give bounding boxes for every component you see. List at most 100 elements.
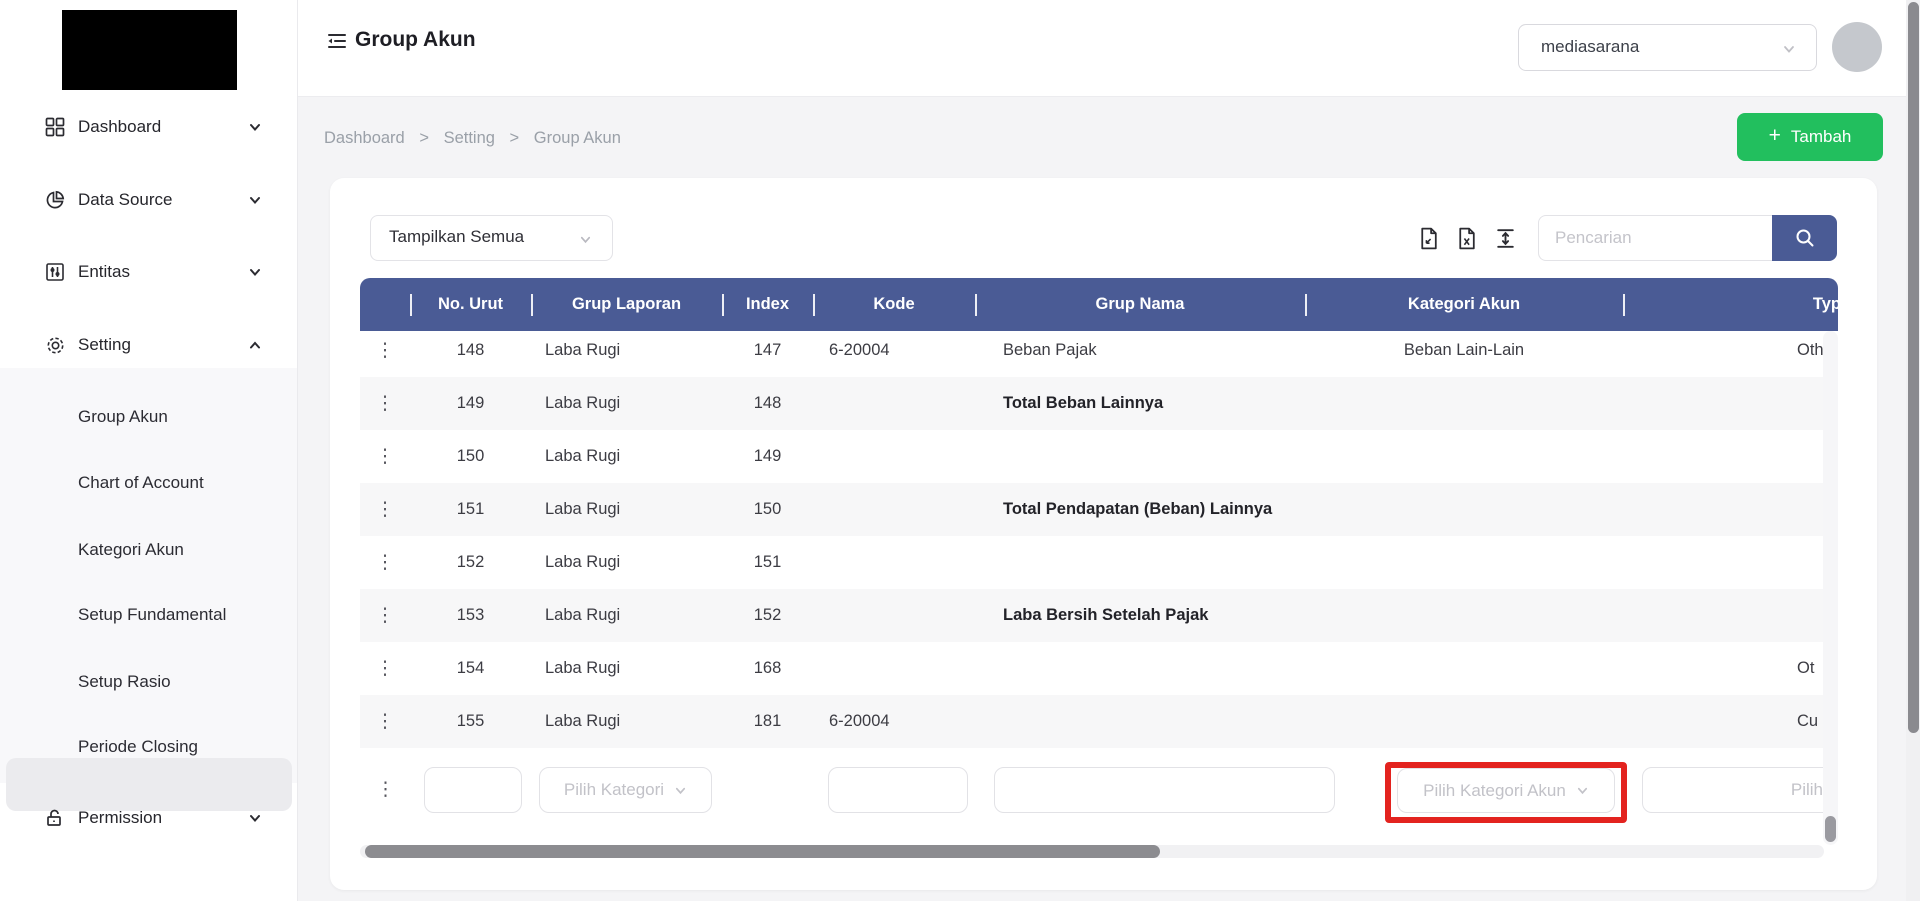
cell-grup-nama: Laba Bersih Setelah Pajak	[975, 589, 1305, 642]
filter-type-select[interactable]: Pilih	[1642, 767, 1824, 813]
avatar[interactable]	[1832, 22, 1882, 72]
filter-kategori-akun-placeholder: Pilih Kategori Akun	[1423, 781, 1566, 801]
table-row[interactable]: ⋮ 155 Laba Rugi 181 6-20004 Cu	[360, 695, 1838, 748]
table-row[interactable]: ⋮ 149 Laba Rugi 148 Total Beban Lainnya	[360, 377, 1838, 430]
column-header-no-urut[interactable]: No. Urut	[410, 278, 531, 331]
cell-kategori-akun	[1305, 642, 1623, 695]
column-header-kategori-akun[interactable]: Kategori Akun	[1305, 278, 1623, 331]
display-filter-select[interactable]: Tampilkan Semua	[370, 215, 613, 261]
sidebar-item-label: Entitas	[78, 262, 130, 282]
page-scrollbar-thumb[interactable]	[1908, 2, 1919, 733]
column-header-type[interactable]: Type	[1623, 278, 1838, 331]
column-header-grup-laporan[interactable]: Grup Laporan	[531, 278, 722, 331]
filter-row-actions-icon[interactable]: ⋮	[376, 779, 395, 800]
add-button[interactable]: + Tambah	[1737, 113, 1883, 161]
row-actions-icon[interactable]: ⋮	[376, 711, 395, 732]
cell-kode	[813, 642, 975, 695]
search-input[interactable]	[1538, 215, 1772, 261]
company-select[interactable]: mediasarana	[1518, 24, 1817, 71]
sidebar-item-label: Dashboard	[78, 117, 161, 137]
filter-grup-nama-input[interactable]	[994, 767, 1335, 813]
cell-type: Cu	[1623, 695, 1838, 748]
sidebar-item-setup-fundamental[interactable]: Setup Fundamental	[78, 604, 226, 626]
column-header-grup-nama[interactable]: Grup Nama	[975, 278, 1305, 331]
breadcrumb-separator: >	[510, 129, 520, 147]
sidebar: Dashboard Data Source Entitas Setting	[0, 0, 298, 901]
row-actions-icon[interactable]: ⋮	[376, 446, 395, 467]
excel-export-icon[interactable]	[1454, 226, 1479, 251]
cell-kode: 6-20004	[813, 331, 975, 377]
cell-kategori-akun: Beban Lain-Lain	[1305, 331, 1623, 377]
table-horizontal-scrollbar-thumb[interactable]	[365, 845, 1160, 858]
cell-grup-nama	[975, 695, 1305, 748]
filter-kode-input[interactable]	[828, 767, 968, 813]
row-actions-icon[interactable]: ⋮	[376, 658, 395, 679]
cell-kode	[813, 483, 975, 536]
cell-kode	[813, 430, 975, 483]
column-header-kode[interactable]: Kode	[813, 278, 975, 331]
grid-icon	[44, 116, 66, 138]
sidebar-item-setting[interactable]: Setting	[0, 325, 298, 365]
cell-no-urut: 149	[410, 377, 531, 430]
chevron-down-icon	[248, 120, 262, 134]
sidebar-item-group-akun[interactable]: Group Akun	[78, 406, 168, 428]
sidebar-item-chart-of-account[interactable]: Chart of Account	[78, 472, 204, 494]
chevron-up-icon	[248, 338, 262, 352]
cell-index: 147	[722, 331, 813, 377]
pdf-export-icon[interactable]	[1416, 226, 1441, 251]
sidebar-item-permission[interactable]: Permission	[0, 798, 298, 838]
sidebar-item-data-source[interactable]: Data Source	[0, 180, 298, 220]
cell-grup-nama: Total Pendapatan (Beban) Lainnya	[975, 483, 1305, 536]
filter-kategori-akun-select[interactable]: Pilih Kategori Akun	[1397, 768, 1615, 813]
table-row[interactable]: ⋮ 154 Laba Rugi 168 Ot	[360, 642, 1838, 695]
sidebar-item-kategori-akun[interactable]: Kategori Akun	[78, 539, 184, 561]
table-row[interactable]: ⋮ 148 Laba Rugi 147 6-20004 Beban Pajak …	[360, 331, 1838, 377]
cell-type	[1623, 430, 1838, 483]
page-title: Group Akun	[355, 28, 476, 52]
sidebar-item-periode-closing[interactable]: Periode Closing	[78, 736, 198, 758]
app-logo	[62, 10, 237, 90]
table-row[interactable]: ⋮ 150 Laba Rugi 149	[360, 430, 1838, 483]
row-actions-icon[interactable]: ⋮	[376, 552, 395, 573]
chevron-down-icon	[1782, 42, 1796, 56]
breadcrumb-separator: >	[419, 129, 429, 147]
table-vertical-scrollbar-track[interactable]	[1823, 331, 1838, 845]
sidebar-item-dashboard[interactable]: Dashboard	[0, 107, 298, 147]
table-row[interactable]: ⋮ 151 Laba Rugi 150 Total Pendapatan (Be…	[360, 483, 1838, 536]
sidebar-item-entitas[interactable]: Entitas	[0, 252, 298, 292]
breadcrumb-group-akun[interactable]: Group Akun	[534, 129, 621, 147]
sidebar-item-setup-rasio[interactable]: Setup Rasio	[78, 671, 171, 693]
setting-submenu	[0, 368, 297, 783]
cell-index: 181	[722, 695, 813, 748]
cell-kategori-akun	[1305, 430, 1623, 483]
breadcrumb: Dashboard > Setting > Group Akun	[324, 129, 631, 148]
row-actions-icon[interactable]: ⋮	[376, 393, 395, 414]
filter-no-urut-input[interactable]	[424, 767, 522, 813]
cell-no-urut: 154	[410, 642, 531, 695]
cell-type	[1623, 483, 1838, 536]
breadcrumb-dashboard[interactable]: Dashboard	[324, 129, 405, 147]
cell-no-urut: 148	[410, 331, 531, 377]
cell-no-urut: 150	[410, 430, 531, 483]
row-actions-icon[interactable]: ⋮	[376, 499, 395, 520]
table-vertical-scrollbar-thumb[interactable]	[1825, 816, 1836, 842]
search-button[interactable]	[1772, 215, 1837, 261]
filter-grup-laporan-select[interactable]: Pilih Kategori	[539, 767, 712, 813]
cell-grup-laporan: Laba Rugi	[531, 483, 722, 536]
cell-grup-nama	[975, 536, 1305, 589]
table-row[interactable]: ⋮ 153 Laba Rugi 152 Laba Bersih Setelah …	[360, 589, 1838, 642]
table-row[interactable]: ⋮ 152 Laba Rugi 151	[360, 536, 1838, 589]
gear-icon	[44, 334, 66, 356]
row-actions-icon[interactable]: ⋮	[376, 340, 395, 361]
cell-type	[1623, 377, 1838, 430]
column-header-index[interactable]: Index	[722, 278, 813, 331]
plus-icon: +	[1769, 124, 1781, 148]
unlock-icon	[44, 807, 66, 829]
menu-fold-icon[interactable]	[325, 29, 349, 53]
cell-grup-laporan: Laba Rugi	[531, 377, 722, 430]
add-button-label: Tambah	[1791, 127, 1851, 147]
row-actions-icon[interactable]: ⋮	[376, 605, 395, 626]
cell-grup-nama	[975, 430, 1305, 483]
breadcrumb-setting[interactable]: Setting	[444, 129, 495, 147]
column-height-icon[interactable]	[1493, 226, 1518, 251]
